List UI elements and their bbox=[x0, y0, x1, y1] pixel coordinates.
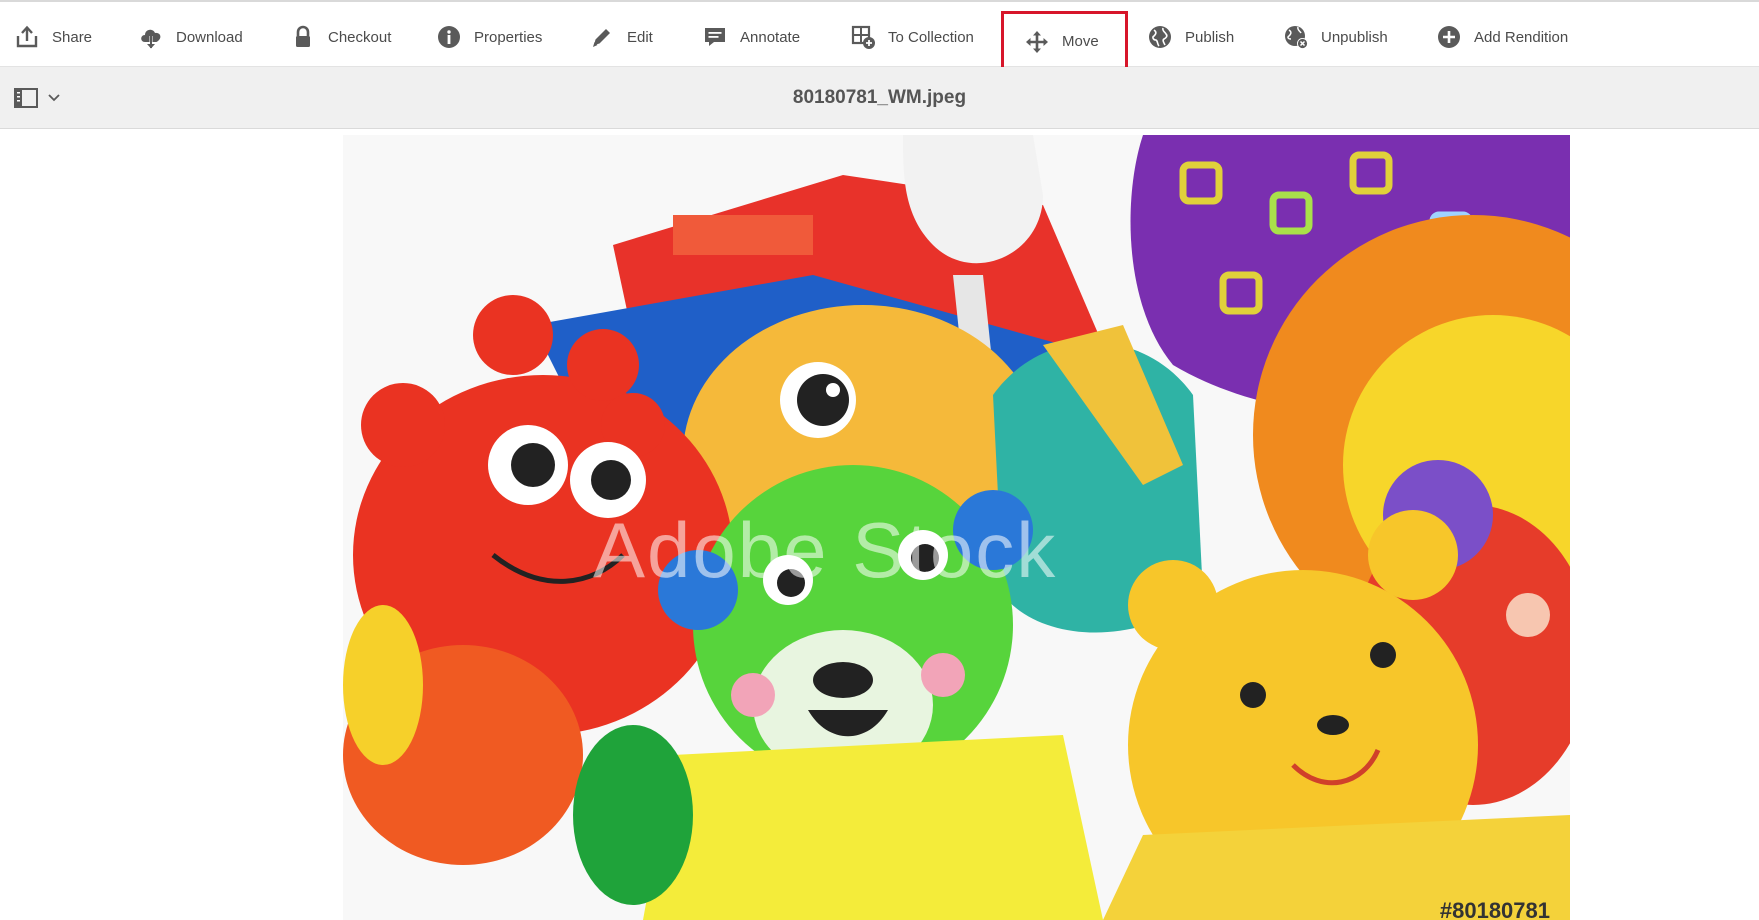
edit-button[interactable]: Edit bbox=[589, 12, 653, 62]
comment-icon bbox=[705, 28, 725, 46]
properties-label: Properties bbox=[474, 28, 543, 46]
add-to-collection-icon bbox=[851, 25, 875, 49]
download-button[interactable]: Download bbox=[138, 12, 243, 62]
edit-label: Edit bbox=[627, 28, 653, 46]
share-icon bbox=[16, 25, 38, 48]
lock-icon bbox=[296, 25, 310, 47]
unpublish-button[interactable]: Unpublish bbox=[1283, 12, 1388, 62]
annotate-button[interactable]: Annotate bbox=[702, 12, 800, 62]
to-collection-label: To Collection bbox=[888, 28, 974, 46]
move-button[interactable]: Move bbox=[1001, 11, 1128, 72]
action-bar: Share Download Checkout Properties Edit … bbox=[0, 0, 1759, 72]
move-label: Move bbox=[1062, 33, 1099, 50]
share-button[interactable]: Share bbox=[14, 12, 92, 62]
download-label: Download bbox=[176, 28, 243, 46]
info-icon bbox=[438, 26, 460, 48]
plus-circle-icon bbox=[1438, 26, 1460, 48]
add-rendition-label: Add Rendition bbox=[1474, 28, 1569, 46]
asset-preview-image: Adobe Stock #80180781 bbox=[343, 135, 1570, 920]
properties-button[interactable]: Properties bbox=[436, 12, 542, 62]
pencil-icon bbox=[593, 29, 610, 47]
annotate-label: Annotate bbox=[740, 28, 801, 46]
add-rendition-button[interactable]: Add Rendition bbox=[1436, 12, 1568, 62]
file-title: 80180781_WM.jpeg bbox=[792, 87, 967, 108]
asset-viewer: Adobe Stock #80180781 bbox=[0, 130, 1759, 920]
stock-id-text: #80180781 bbox=[1439, 898, 1550, 920]
move-icon bbox=[1026, 30, 1048, 53]
globe-remove-icon bbox=[1285, 26, 1308, 49]
globe-icon bbox=[1149, 26, 1171, 48]
publish-label: Publish bbox=[1185, 28, 1235, 46]
checkout-label: Checkout bbox=[328, 28, 392, 46]
publish-button[interactable]: Publish bbox=[1147, 12, 1234, 62]
unpublish-label: Unpublish bbox=[1321, 28, 1388, 46]
to-collection-button[interactable]: To Collection bbox=[850, 12, 974, 62]
cloud-download-icon bbox=[141, 29, 161, 49]
title-bar: 80180781_WM.jpeg bbox=[0, 67, 1759, 129]
checkout-button[interactable]: Checkout bbox=[290, 12, 391, 62]
asset-details-page: Share Download Checkout Properties Edit … bbox=[0, 0, 1759, 920]
share-label: Share bbox=[52, 28, 93, 46]
